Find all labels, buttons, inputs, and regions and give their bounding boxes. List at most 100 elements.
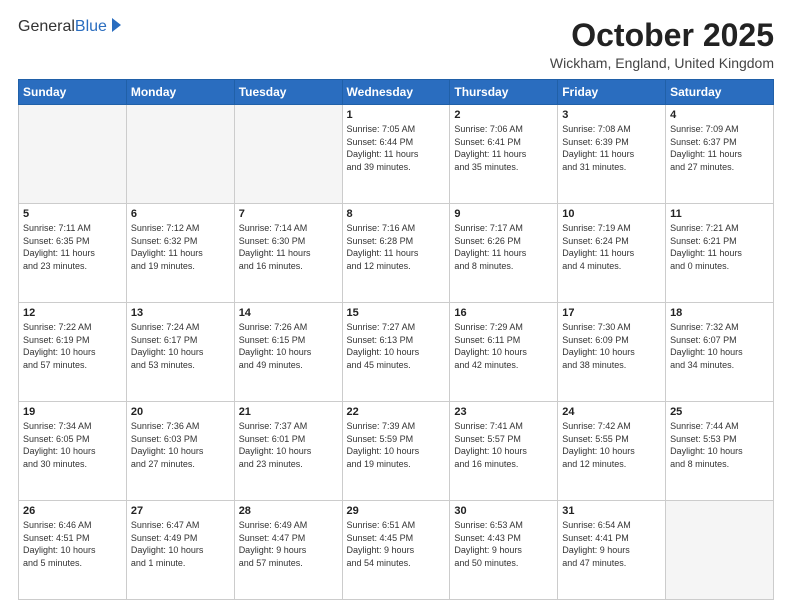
page: GeneralBlue October 2025 Wickham, Englan… (0, 0, 792, 612)
day-number: 31 (562, 505, 661, 517)
day-header-wednesday: Wednesday (342, 80, 450, 105)
calendar-week-3: 12 Sunrise: 7:22 AM Sunset: 6:19 PM Dayli… (19, 303, 774, 402)
day-number: 24 (562, 406, 661, 418)
title-block: October 2025 Wickham, England, United Ki… (550, 18, 774, 71)
day-number: 28 (239, 505, 338, 517)
logo-triangle-icon (112, 18, 121, 32)
day-info: Sunrise: 7:12 AM Sunset: 6:32 PM Dayligh… (131, 222, 230, 272)
calendar-cell: 6Sunrise: 7:12 AM Sunset: 6:32 PM Daylig… (126, 204, 234, 303)
day-info: Sunrise: 6:53 AM Sunset: 4:43 PM Dayligh… (454, 519, 553, 569)
calendar-cell: 8 Sunrise: 7:16 AM Sunset: 6:28 PM Daylig… (342, 204, 450, 303)
day-info: Sunrise: 7:32 AM Sunset: 6:07 PM Dayligh… (670, 321, 769, 371)
calendar-cell: 1Sunrise: 7:05 AM Sunset: 6:44 PM Daylig… (342, 105, 450, 204)
day-info: Sunrise: 6:51 AM Sunset: 4:45 PM Dayligh… (347, 519, 446, 569)
day-info: Sunrise: 7:11 AM Sunset: 6:35 PM Dayligh… (23, 222, 122, 272)
day-number: 3 (562, 109, 661, 121)
day-number: 5 (23, 208, 122, 220)
day-number: 27 (131, 505, 230, 517)
logo: GeneralBlue (18, 18, 121, 36)
day-info: Sunrise: 6:46 AM Sunset: 4:51 PM Dayligh… (23, 519, 122, 569)
day-info: Sunrise: 7:16 AM Sunset: 6:28 PM Dayligh… (347, 222, 446, 272)
day-info: Sunrise: 7:22 AM Sunset: 6:19 PM Dayligh… (23, 321, 122, 371)
day-header-saturday: Saturday (666, 80, 774, 105)
day-number: 12 (23, 307, 122, 319)
day-number: 2 (454, 109, 553, 121)
day-number: 29 (347, 505, 446, 517)
calendar-cell: 10Sunrise: 7:19 AM Sunset: 6:24 PM Dayli… (558, 204, 666, 303)
day-info: Sunrise: 7:41 AM Sunset: 5:57 PM Dayligh… (454, 420, 553, 470)
calendar-cell: 29 Sunrise: 6:51 AM Sunset: 4:45 PM Dayli… (342, 501, 450, 600)
day-info: Sunrise: 7:21 AM Sunset: 6:21 PM Dayligh… (670, 222, 769, 272)
day-info: Sunrise: 7:19 AM Sunset: 6:24 PM Dayligh… (562, 222, 661, 272)
calendar-cell: 26Sunrise: 6:46 AM Sunset: 4:51 PM Dayli… (19, 501, 127, 600)
calendar-cell (666, 501, 774, 600)
day-number: 17 (562, 307, 661, 319)
calendar-table: SundayMondayTuesdayWednesdayThursdayFrid… (18, 79, 774, 600)
calendar-cell: 2 Sunrise: 7:06 AM Sunset: 6:41 PM Daylig… (450, 105, 558, 204)
day-number: 9 (454, 208, 553, 220)
calendar-cell (234, 105, 342, 204)
calendar-cell: 12 Sunrise: 7:22 AM Sunset: 6:19 PM Dayli… (19, 303, 127, 402)
day-info: Sunrise: 6:49 AM Sunset: 4:47 PM Dayligh… (239, 519, 338, 569)
day-info: Sunrise: 6:54 AM Sunset: 4:41 PM Dayligh… (562, 519, 661, 569)
day-number: 14 (239, 307, 338, 319)
calendar-week-1: 1Sunrise: 7:05 AM Sunset: 6:44 PM Daylig… (19, 105, 774, 204)
header: GeneralBlue October 2025 Wickham, Englan… (18, 18, 774, 71)
calendar-cell: 28 Sunrise: 6:49 AM Sunset: 4:47 PM Dayli… (234, 501, 342, 600)
calendar-cell: 5 Sunrise: 7:11 AM Sunset: 6:35 PM Daylig… (19, 204, 127, 303)
day-info: Sunrise: 7:24 AM Sunset: 6:17 PM Dayligh… (131, 321, 230, 371)
day-info: Sunrise: 7:36 AM Sunset: 6:03 PM Dayligh… (131, 420, 230, 470)
logo-blue-text: Blue (75, 18, 107, 35)
day-number: 20 (131, 406, 230, 418)
day-number: 16 (454, 307, 553, 319)
calendar-header-row: SundayMondayTuesdayWednesdayThursdayFrid… (19, 80, 774, 105)
day-info: Sunrise: 7:39 AM Sunset: 5:59 PM Dayligh… (347, 420, 446, 470)
day-number: 1 (347, 109, 446, 121)
calendar-cell: 17 Sunrise: 7:30 AM Sunset: 6:09 PM Dayli… (558, 303, 666, 402)
calendar-cell: 19 Sunrise: 7:34 AM Sunset: 6:05 PM Dayli… (19, 402, 127, 501)
day-info: Sunrise: 7:09 AM Sunset: 6:37 PM Dayligh… (670, 123, 769, 173)
calendar-cell: 14 Sunrise: 7:26 AM Sunset: 6:15 PM Dayli… (234, 303, 342, 402)
day-info: Sunrise: 7:08 AM Sunset: 6:39 PM Dayligh… (562, 123, 661, 173)
logo-general-text: General (18, 18, 75, 35)
day-info: Sunrise: 7:30 AM Sunset: 6:09 PM Dayligh… (562, 321, 661, 371)
day-number: 15 (347, 307, 446, 319)
day-number: 19 (23, 406, 122, 418)
calendar-cell (126, 105, 234, 204)
calendar-cell: 22 Sunrise: 7:39 AM Sunset: 5:59 PM Dayli… (342, 402, 450, 501)
day-info: Sunrise: 7:42 AM Sunset: 5:55 PM Dayligh… (562, 420, 661, 470)
day-number: 11 (670, 208, 769, 220)
day-header-thursday: Thursday (450, 80, 558, 105)
calendar-cell: 24 Sunrise: 7:42 AM Sunset: 5:55 PM Dayli… (558, 402, 666, 501)
month-title: October 2025 (550, 18, 774, 53)
calendar-week-2: 5 Sunrise: 7:11 AM Sunset: 6:35 PM Daylig… (19, 204, 774, 303)
day-info: Sunrise: 7:27 AM Sunset: 6:13 PM Dayligh… (347, 321, 446, 371)
calendar-cell: 21Sunrise: 7:37 AM Sunset: 6:01 PM Dayli… (234, 402, 342, 501)
day-number: 23 (454, 406, 553, 418)
day-info: Sunrise: 6:47 AM Sunset: 4:49 PM Dayligh… (131, 519, 230, 569)
calendar-cell: 30Sunrise: 6:53 AM Sunset: 4:43 PM Dayli… (450, 501, 558, 600)
day-info: Sunrise: 7:17 AM Sunset: 6:26 PM Dayligh… (454, 222, 553, 272)
calendar-cell (19, 105, 127, 204)
calendar-cell: 27 Sunrise: 6:47 AM Sunset: 4:49 PM Dayli… (126, 501, 234, 600)
day-number: 21 (239, 406, 338, 418)
day-header-monday: Monday (126, 80, 234, 105)
day-info: Sunrise: 7:26 AM Sunset: 6:15 PM Dayligh… (239, 321, 338, 371)
day-info: Sunrise: 7:34 AM Sunset: 6:05 PM Dayligh… (23, 420, 122, 470)
day-info: Sunrise: 7:14 AM Sunset: 6:30 PM Dayligh… (239, 222, 338, 272)
day-number: 22 (347, 406, 446, 418)
calendar-cell: 20 Sunrise: 7:36 AM Sunset: 6:03 PM Dayli… (126, 402, 234, 501)
day-info: Sunrise: 7:06 AM Sunset: 6:41 PM Dayligh… (454, 123, 553, 173)
day-number: 8 (347, 208, 446, 220)
day-info: Sunrise: 7:44 AM Sunset: 5:53 PM Dayligh… (670, 420, 769, 470)
calendar-cell: 3 Sunrise: 7:08 AM Sunset: 6:39 PM Daylig… (558, 105, 666, 204)
calendar-cell: 15 Sunrise: 7:27 AM Sunset: 6:13 PM Dayli… (342, 303, 450, 402)
calendar-cell: 23 Sunrise: 7:41 AM Sunset: 5:57 PM Dayli… (450, 402, 558, 501)
calendar-cell: 9 Sunrise: 7:17 AM Sunset: 6:26 PM Daylig… (450, 204, 558, 303)
day-number: 18 (670, 307, 769, 319)
calendar-cell: 7Sunrise: 7:14 AM Sunset: 6:30 PM Daylig… (234, 204, 342, 303)
calendar-cell: 18 Sunrise: 7:32 AM Sunset: 6:07 PM Dayli… (666, 303, 774, 402)
calendar-cell: 25Sunrise: 7:44 AM Sunset: 5:53 PM Dayli… (666, 402, 774, 501)
calendar-week-5: 26Sunrise: 6:46 AM Sunset: 4:51 PM Dayli… (19, 501, 774, 600)
day-header-tuesday: Tuesday (234, 80, 342, 105)
